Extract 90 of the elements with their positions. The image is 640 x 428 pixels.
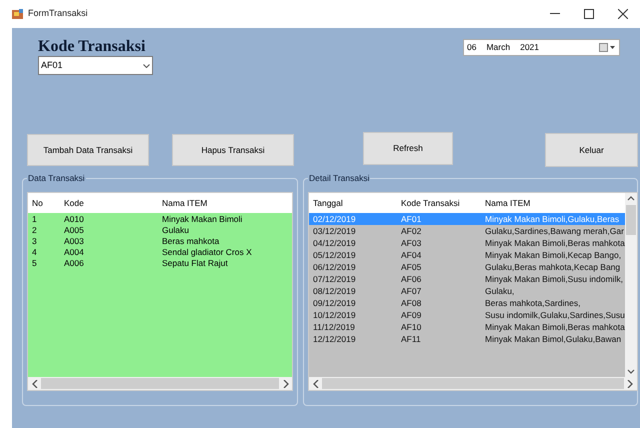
list-row[interactable]: 04/12/2019 AF03 Minyak Makan Bimoli,Beras mahkota	[309, 237, 625, 249]
table-cell-text: Sendal gladiator Cros X	[161, 247, 253, 258]
table-cell-text: Beras mahkota	[161, 236, 220, 247]
list-row[interactable]: 07/12/2019 AF06 Minyak Makan Bimoli,Susu indomilk,	[309, 273, 625, 285]
table-cell-text: A006	[63, 258, 85, 269]
table-cell-text: AF11	[400, 333, 422, 345]
table-cell-text: AF08	[400, 297, 422, 309]
kode-transaksi-dropdown[interactable]: AF01	[38, 56, 153, 75]
column-header[interactable]: No	[28, 196, 60, 210]
table-cell-text: Beras mahkota,Sardines,	[484, 297, 582, 309]
table-cell-text: Minyak Makan Bimoli,Beras mahkota	[484, 237, 625, 249]
table-cell-text: 04/12/2019	[312, 237, 357, 249]
close-icon	[618, 9, 628, 19]
table-cell-text: Sepatu Flat Rajut	[161, 258, 229, 269]
list-row[interactable]: 10/12/2019 AF09 Susu indomilk,Gulaku,Sardines,Susu	[309, 309, 625, 321]
minimize-icon	[550, 13, 560, 15]
scrollbar-thumb[interactable]	[322, 378, 624, 389]
list-row[interactable]: 09/12/2019 AF08 Beras mahkota,Sardines,	[309, 297, 625, 309]
table-cell-text: A003	[63, 236, 85, 247]
scrollbar-thumb[interactable]	[41, 378, 279, 389]
horizontal-scrollbar[interactable]	[28, 377, 292, 390]
table-cell-text: AF06	[400, 273, 422, 285]
table-cell-text: Minyak Makan Bimoli,Gulaku,Beras	[484, 213, 620, 225]
table-cell-text: AF10	[400, 321, 422, 333]
list-row[interactable]: 08/12/2019 AF07 Gulaku,	[309, 285, 625, 297]
table-cell-text: 10/12/2019	[312, 309, 357, 321]
table-cell-text: 08/12/2019	[312, 285, 357, 297]
group-title: Detail Transaksi	[308, 173, 370, 184]
table-cell-text: Minyak Makan Bimoli,Kecap Bango,	[484, 249, 622, 261]
table-cell-text: 07/12/2019	[312, 273, 357, 285]
table-cell-text: A004	[63, 247, 85, 258]
table-cell-text: Minyak Makan Bimoli	[161, 214, 244, 225]
table-cell-text: 03/12/2019	[312, 225, 357, 237]
table-cell-text: 1	[31, 214, 38, 225]
tambah-button[interactable]: Tambah Data Transaksi	[27, 134, 149, 166]
table-cell-text: Susu indomilk,Gulaku,Sardines,Susu	[484, 309, 625, 321]
keluar-button[interactable]: Keluar	[545, 133, 638, 167]
column-header[interactable]: Nama ITEM	[481, 196, 625, 210]
table-cell-text: AF03	[400, 237, 422, 249]
scrollbar-thumb[interactable]	[626, 205, 636, 235]
table-cell-text: 09/12/2019	[312, 297, 357, 309]
table-cell-text: A005	[63, 225, 85, 236]
refresh-button[interactable]: Refresh	[363, 132, 453, 165]
list-row[interactable]: 05/12/2019 AF04 Minyak Makan Bimoli,Kecap Bango,	[309, 249, 625, 261]
table-cell-text: AF05	[400, 261, 422, 273]
chevron-down-icon	[143, 64, 150, 68]
table-cell-text: Minyak Makan Bimoli,Beras mahkota	[484, 321, 625, 333]
table-cell-text: 02/12/2019	[312, 213, 357, 225]
list-row[interactable]: 03/12/2019 AF02 Gulaku,Sardines,Bawang merah,Gar	[309, 225, 625, 237]
table-cell-text: 4	[31, 247, 38, 258]
list-row[interactable]: 12/12/2019 AF11 Minyak Makan Bimol,Gulaku,Bawan	[309, 333, 625, 345]
table-cell-text: Gulaku,	[484, 285, 516, 297]
table-cell-text: Minyak Makan Bimol,Gulaku,Bawan	[484, 333, 622, 345]
column-header[interactable]: Kode Transaksi	[397, 196, 481, 210]
date-year: 2021	[520, 41, 540, 54]
column-header[interactable]: Nama ITEM	[158, 196, 292, 210]
horizontal-scrollbar[interactable]	[309, 377, 637, 390]
vertical-scrollbar[interactable]	[624, 193, 637, 377]
table-cell-text: AF07	[400, 285, 422, 297]
table-cell-text: Gulaku,Beras mahkota,Kecap Bang	[484, 261, 622, 273]
table-cell-text: Gulaku,Sardines,Bawang merah,Gar	[484, 225, 625, 237]
table-cell-text: 2	[31, 225, 38, 236]
window-title: FormTransaksi	[28, 7, 88, 20]
table-cell-text: 11/12/2019	[312, 321, 356, 333]
table-cell-text: 05/12/2019	[312, 249, 357, 261]
list-row[interactable]: 11/12/2019 AF10 Minyak Makan Bimoli,Beras mahkota	[309, 321, 625, 333]
date-month: March	[486, 41, 510, 54]
table-cell-text: 3	[31, 236, 38, 247]
hapus-button[interactable]: Hapus Transaksi	[172, 134, 294, 166]
column-header[interactable]: Tanggal	[309, 196, 397, 210]
date-picker[interactable]: 06 March 2021	[463, 39, 620, 56]
date-day: 06	[467, 41, 476, 54]
group-title: Data Transaksi	[27, 173, 86, 184]
table-cell-text: AF01	[400, 213, 422, 225]
table-cell-text: 5	[31, 258, 38, 269]
calendar-dropdown-icon	[599, 43, 615, 52]
list-row[interactable]: 06/12/2019 AF05 Gulaku,Beras mahkota,Kecap Bang	[309, 261, 625, 273]
column-header[interactable]: Kode	[60, 196, 158, 210]
table-cell-text: 06/12/2019	[312, 261, 357, 273]
table-cell-text: AF09	[400, 309, 422, 321]
table-cell-text: AF02	[400, 225, 422, 237]
table-cell-text: Minyak Makan Bimoli,Susu indomilk,	[484, 273, 624, 285]
maximize-icon	[584, 9, 594, 19]
table-cell-text: 12/12/2019	[312, 333, 357, 345]
kode-transaksi-label: Kode Transaksi	[38, 38, 146, 56]
list-view[interactable]: No Kode Nama ITEM 1 A010 Minyak Makan Bimoli 2 A005 Gulaku 3 A003 Beras mahkota 4 A004 Sendal gladiator Cros X 5 A006 Sepatu Flat Rajut	[27, 192, 293, 391]
table-cell-text: Gulaku	[161, 225, 190, 236]
table-cell-text: AF04	[400, 249, 422, 261]
app-icon	[12, 8, 24, 20]
table-cell-text: A010	[63, 214, 85, 225]
